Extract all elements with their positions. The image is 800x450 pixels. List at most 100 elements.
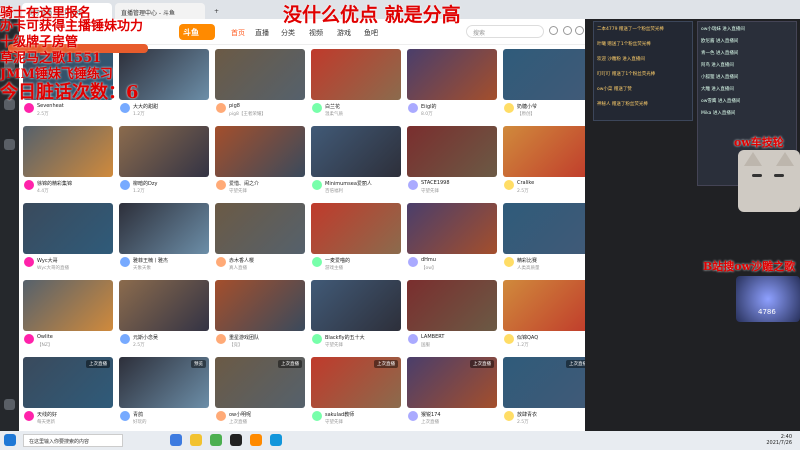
room-title[interactable]: 爱惜、闹之介: [229, 180, 305, 187]
live-room-card[interactable]: dHmu 【ow】: [407, 203, 497, 279]
settings-icon[interactable]: [4, 399, 15, 410]
room-title[interactable]: Eiigl的: [421, 103, 497, 110]
live-room-card[interactable]: Blackfly的五十大 守望先锋: [311, 280, 401, 356]
live-room-card[interactable]: Cralike 2.5万: [503, 126, 585, 202]
avatar[interactable]: [120, 180, 130, 190]
room-thumbnail[interactable]: [119, 203, 209, 254]
live-room-card[interactable]: Wyc大哥 Wyc大哥的直播: [23, 203, 113, 279]
room-thumbnail[interactable]: 上次直播: [407, 357, 497, 408]
live-room-card[interactable]: 爱惜、闹之介 守望先锋: [215, 126, 305, 202]
nav-live[interactable]: 直播: [255, 28, 269, 38]
live-room-card[interactable]: 奶糖小爷 【原创】: [503, 49, 585, 125]
room-thumbnail[interactable]: [23, 280, 113, 331]
room-title[interactable]: 猴锐174: [421, 411, 497, 418]
site-logo[interactable]: 斗鱼: [179, 24, 215, 40]
avatar[interactable]: [216, 103, 226, 113]
room-title[interactable]: 放肆青衣: [517, 411, 585, 418]
live-room-card[interactable]: Eiigl的 8.0万: [407, 49, 497, 125]
room-thumbnail[interactable]: 上次直播: [215, 357, 305, 408]
avatar[interactable]: [408, 411, 418, 421]
room-title[interactable]: STACE1998: [421, 180, 497, 186]
room-title[interactable]: 青鸽: [133, 411, 209, 418]
room-title[interactable]: Blackfly的五十大: [325, 334, 401, 341]
live-room-card[interactable]: 柳暗的Dzy 1.2万: [119, 126, 209, 202]
room-thumbnail[interactable]: [407, 280, 497, 331]
search-input[interactable]: 搜索: [466, 25, 544, 38]
room-thumbnail[interactable]: [311, 49, 401, 100]
live-room-card[interactable]: Owlite 【NZ】: [23, 280, 113, 356]
room-thumbnail[interactable]: [311, 280, 401, 331]
room-thumbnail[interactable]: 上次直播: [23, 357, 113, 408]
room-thumbnail[interactable]: [215, 203, 305, 254]
avatar[interactable]: [408, 103, 418, 113]
live-room-card[interactable]: 精彩比赛 人类高质量: [503, 203, 585, 279]
room-title[interactable]: 重星游戏团队: [229, 334, 305, 341]
user-icon[interactable]: [575, 26, 584, 35]
live-room-card[interactable]: 上次直播 猴锐174 上次直播: [407, 357, 497, 431]
room-title[interactable]: Owlite: [37, 334, 113, 340]
room-title[interactable]: 一麦爱喵的: [325, 257, 401, 264]
room-title[interactable]: 元斯小念吴: [133, 334, 209, 341]
room-thumbnail[interactable]: [23, 203, 113, 254]
room-thumbnail[interactable]: [311, 126, 401, 177]
avatar[interactable]: [504, 334, 514, 344]
avatar[interactable]: [24, 411, 34, 421]
live-room-card[interactable]: 一麦爱喵的 游戏主播: [311, 203, 401, 279]
windows-start-icon[interactable]: [4, 434, 16, 446]
live-room-card[interactable]: pig8 pig8【王者荣耀】: [215, 49, 305, 125]
room-title[interactable]: 大大的甜甜: [133, 103, 209, 110]
nav-home[interactable]: 首页: [231, 28, 245, 38]
room-thumbnail[interactable]: [23, 126, 113, 177]
room-thumbnail[interactable]: [215, 280, 305, 331]
live-room-card[interactable]: 重星游戏团队 【竞】: [215, 280, 305, 356]
live-room-card[interactable]: 元斯小念吴 2.5万: [119, 280, 209, 356]
room-title[interactable]: 雅菲王楠丨雅杰: [133, 257, 209, 264]
nav-game[interactable]: 游戏: [337, 28, 351, 38]
room-title[interactable]: 赤木香人樱: [229, 257, 305, 264]
live-room-card[interactable]: 赤木香人樱 真人直播: [215, 203, 305, 279]
avatar[interactable]: [504, 257, 514, 267]
nav-video[interactable]: 视频: [309, 28, 323, 38]
room-thumbnail[interactable]: [407, 126, 497, 177]
room-title[interactable]: 奶糖小爷: [517, 103, 585, 110]
message-icon[interactable]: [563, 26, 572, 35]
avatar[interactable]: [312, 103, 322, 113]
room-thumbnail[interactable]: [503, 49, 585, 100]
avatar[interactable]: [216, 334, 226, 344]
room-title[interactable]: LAMBERT: [421, 334, 497, 340]
avatar[interactable]: [408, 180, 418, 190]
avatar[interactable]: [120, 103, 130, 113]
history-icon[interactable]: [4, 139, 15, 150]
avatar[interactable]: [216, 180, 226, 190]
qq-icon[interactable]: [270, 434, 282, 446]
avatar[interactable]: [120, 257, 130, 267]
avatar[interactable]: [216, 257, 226, 267]
avatar[interactable]: [312, 411, 322, 421]
room-thumbnail[interactable]: [407, 203, 497, 254]
live-room-card[interactable]: 雅菲王楠丨雅杰 天象天象: [119, 203, 209, 279]
room-title[interactable]: pig8: [229, 103, 305, 109]
live-room-card[interactable]: STACE1998 守望先锋: [407, 126, 497, 202]
avatar[interactable]: [120, 411, 130, 421]
live-room-card[interactable]: 上次直播 放肆青衣 2.5万: [503, 357, 585, 431]
room-title[interactable]: ow小明呢: [229, 411, 305, 418]
avatar[interactable]: [312, 180, 322, 190]
room-title[interactable]: 徐锦的精彩集锦: [37, 180, 113, 187]
live-room-card[interactable]: 上次直播 天线的好 每天更新: [23, 357, 113, 431]
douyu-icon[interactable]: [250, 434, 262, 446]
wechat-icon[interactable]: [210, 434, 222, 446]
avatar[interactable]: [24, 257, 34, 267]
room-thumbnail[interactable]: [215, 126, 305, 177]
room-thumbnail[interactable]: [503, 280, 585, 331]
room-thumbnail[interactable]: [407, 49, 497, 100]
avatar[interactable]: [312, 334, 322, 344]
room-thumbnail[interactable]: 上次直播: [311, 357, 401, 408]
live-room-card[interactable]: 白兰花 温柔气质: [311, 49, 401, 125]
room-title[interactable]: 天线的好: [37, 411, 113, 418]
room-thumbnail[interactable]: 上次直播: [503, 357, 585, 408]
avatar[interactable]: [408, 257, 418, 267]
room-title[interactable]: 柳暗的Dzy: [133, 180, 209, 187]
nav-category[interactable]: 分类: [281, 28, 295, 38]
avatar[interactable]: [312, 257, 322, 267]
avatar[interactable]: [120, 334, 130, 344]
